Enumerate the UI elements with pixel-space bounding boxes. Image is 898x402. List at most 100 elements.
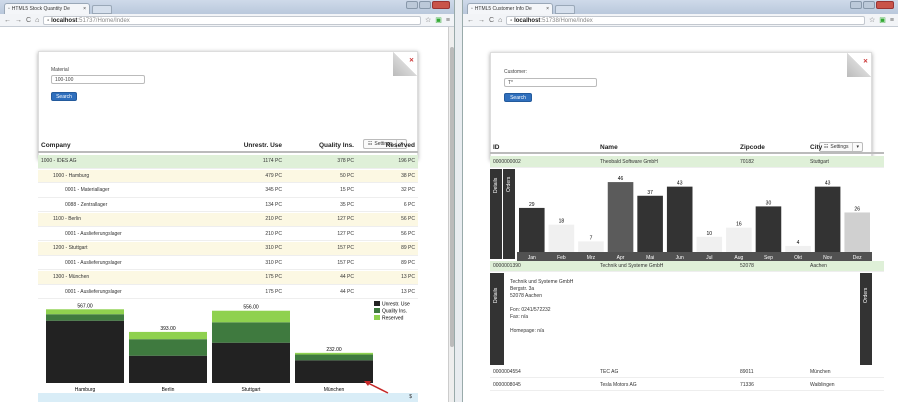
maximize-button[interactable] bbox=[419, 1, 431, 9]
menu-icon[interactable]: ≡ bbox=[890, 17, 894, 24]
orders-tab[interactable]: Orders bbox=[860, 273, 872, 365]
table-row[interactable]: 0001 - Auslieferungslager 310 PC 157 PC 89 … bbox=[38, 257, 418, 270]
bar-Stuttgart-0[interactable] bbox=[212, 342, 290, 383]
new-tab-button[interactable] bbox=[555, 5, 575, 14]
table-row[interactable]: 0000004554 TEC AG 89011 München bbox=[490, 366, 884, 378]
close-tab-icon[interactable]: × bbox=[546, 6, 549, 12]
material-input[interactable]: 100-100 bbox=[51, 75, 145, 84]
header-col-2[interactable]: Quality Ins. bbox=[319, 142, 354, 149]
legend-swatch bbox=[374, 308, 380, 313]
bar-Mai[interactable] bbox=[637, 195, 663, 252]
orders-tab[interactable]: Orders bbox=[503, 169, 515, 259]
table-row[interactable]: 0000001390 Technik und Systeme GmbH 5207… bbox=[490, 261, 884, 272]
table-row[interactable]: 0001 - Materiallager 345 PC 15 PC 32 PC bbox=[38, 184, 418, 198]
bar-Apr[interactable] bbox=[607, 182, 634, 252]
cell-name: 1000 - IDES AG bbox=[41, 158, 77, 165]
close-window-button[interactable] bbox=[432, 1, 450, 9]
close-tab-icon[interactable]: × bbox=[83, 6, 86, 12]
reload-icon[interactable]: C bbox=[26, 17, 31, 24]
cell-r: 89 PC bbox=[401, 259, 415, 266]
bar-Aug[interactable] bbox=[726, 227, 752, 252]
table-row[interactable]: 0000000002 Theobald Software GmbH 70182 … bbox=[490, 156, 884, 168]
bar-Jun[interactable] bbox=[666, 186, 693, 252]
cell-id: 0000001390 bbox=[493, 263, 521, 269]
back-icon[interactable]: ← bbox=[4, 17, 11, 24]
cell-r: 89 PC bbox=[401, 245, 415, 252]
minimize-button[interactable] bbox=[850, 1, 862, 9]
bar-Jul[interactable] bbox=[696, 236, 723, 252]
details-tab-label: Details bbox=[493, 177, 499, 193]
customer-label: Customer: bbox=[504, 69, 528, 75]
table-row[interactable]: 0000008045 Tesla Motors AG 71336 Waiblin… bbox=[490, 379, 884, 391]
minimize-button[interactable] bbox=[406, 1, 418, 9]
menu-icon[interactable]: ≡ bbox=[446, 17, 450, 24]
cell-r: 13 PC bbox=[401, 288, 415, 295]
new-tab-button[interactable] bbox=[92, 5, 112, 14]
bar-Mrz[interactable] bbox=[578, 241, 604, 252]
table-row[interactable]: 1000 - Hamburg 479 PC 50 PC 38 PC bbox=[38, 169, 418, 183]
extension-icon[interactable]: ▣ bbox=[879, 16, 886, 24]
bar-Hamburg-2[interactable] bbox=[46, 309, 124, 315]
bar-Nov[interactable] bbox=[814, 186, 841, 252]
bar-Berlin-1[interactable] bbox=[129, 339, 207, 356]
url-field[interactable]: ▫ localhost:51737/Home/Index bbox=[43, 15, 421, 25]
customer-input[interactable]: T* bbox=[504, 78, 597, 87]
browser-tab[interactable]: ▫ HTML5 Stock Quantity De × bbox=[4, 3, 90, 14]
bar-Dez[interactable] bbox=[844, 212, 870, 252]
table-row[interactable]: 1000 - IDES AG 1174 PC 378 PC 196 PC bbox=[38, 155, 418, 169]
bar-Hamburg-0[interactable] bbox=[46, 320, 124, 383]
cell-name: Tesla Motors AG bbox=[600, 381, 637, 388]
bar-Jan[interactable] bbox=[519, 207, 545, 252]
table-row[interactable]: 0088 - Zentrallager 134 PC 35 PC 6 PC bbox=[38, 199, 418, 212]
table-row[interactable]: 0001 - Auslieferungslager 210 PC 127 PC 56 … bbox=[38, 228, 418, 241]
scrollbar-thumb[interactable] bbox=[450, 47, 454, 347]
pager-icon[interactable]: $ bbox=[409, 394, 412, 400]
cell-name: 0088 - Zentrallager bbox=[65, 201, 108, 208]
browser-tab[interactable]: ▫ HTML5 Customer Info De × bbox=[467, 3, 553, 14]
star-icon[interactable]: ☆ bbox=[869, 16, 875, 24]
details-tab[interactable]: Details bbox=[490, 169, 502, 259]
close-panel-icon[interactable]: ✕ bbox=[863, 58, 868, 65]
forward-icon[interactable]: → bbox=[478, 17, 485, 24]
url-field[interactable]: ▫ localhost:51738/Home/Index bbox=[506, 15, 865, 25]
details-tab[interactable]: Details bbox=[490, 273, 504, 365]
star-icon[interactable]: ☆ bbox=[425, 16, 431, 24]
bar-Berlin-2[interactable] bbox=[129, 331, 207, 340]
header-col-1[interactable]: Unrestr. Use bbox=[244, 142, 282, 149]
maximize-button[interactable] bbox=[863, 1, 875, 9]
back-icon[interactable]: ← bbox=[467, 17, 474, 24]
page-curl: ✕ bbox=[847, 53, 871, 77]
close-window-button[interactable] bbox=[876, 1, 894, 9]
table-row[interactable]: 1300 - München 175 PC 44 PC 13 PC bbox=[38, 271, 418, 285]
close-panel-icon[interactable]: ✕ bbox=[409, 57, 414, 64]
table-row[interactable]: 0001 - Auslieferungslager 175 PC 44 PC 13 P… bbox=[38, 286, 418, 299]
scrollbar[interactable] bbox=[448, 27, 454, 402]
bar-Sep[interactable] bbox=[755, 206, 782, 252]
bar-München-2[interactable] bbox=[295, 352, 373, 355]
bar-Stuttgart-2[interactable] bbox=[212, 310, 290, 323]
table-row[interactable]: 1100 - Berlin 210 PC 127 PC 56 PC bbox=[38, 213, 418, 227]
material-label: Material bbox=[51, 67, 69, 73]
reload-icon[interactable]: C bbox=[489, 17, 494, 24]
header-col-0[interactable]: Company bbox=[41, 142, 71, 149]
bar-Stuttgart-1[interactable] bbox=[212, 322, 290, 343]
legend-swatch bbox=[374, 315, 380, 320]
bar-Berlin-0[interactable] bbox=[129, 355, 207, 383]
header-col-3[interactable]: Reserved bbox=[386, 142, 415, 149]
chart-legend: Unrestr. UseQuality Ins.Reserved bbox=[374, 301, 410, 322]
home-icon[interactable]: ⌂ bbox=[35, 17, 39, 24]
bar-Feb[interactable] bbox=[548, 224, 575, 252]
bar-München-1[interactable] bbox=[295, 354, 373, 361]
bar-Okt[interactable] bbox=[785, 245, 811, 252]
cell-name: TEC AG bbox=[600, 368, 619, 375]
table-row[interactable]: 1200 - Stuttgart 310 PC 157 PC 89 PC bbox=[38, 242, 418, 256]
search-button[interactable]: Search bbox=[504, 93, 532, 102]
home-icon[interactable]: ⌂ bbox=[498, 17, 502, 24]
cell-u: 1174 PC bbox=[262, 158, 282, 165]
bar-Hamburg-1[interactable] bbox=[46, 314, 124, 321]
cell-q: 127 PC bbox=[337, 216, 354, 223]
forward-icon[interactable]: → bbox=[15, 17, 22, 24]
extension-icon[interactable]: ▣ bbox=[435, 16, 442, 24]
orders-tab-label: Orders bbox=[506, 176, 512, 192]
search-button[interactable]: Search bbox=[51, 92, 77, 101]
